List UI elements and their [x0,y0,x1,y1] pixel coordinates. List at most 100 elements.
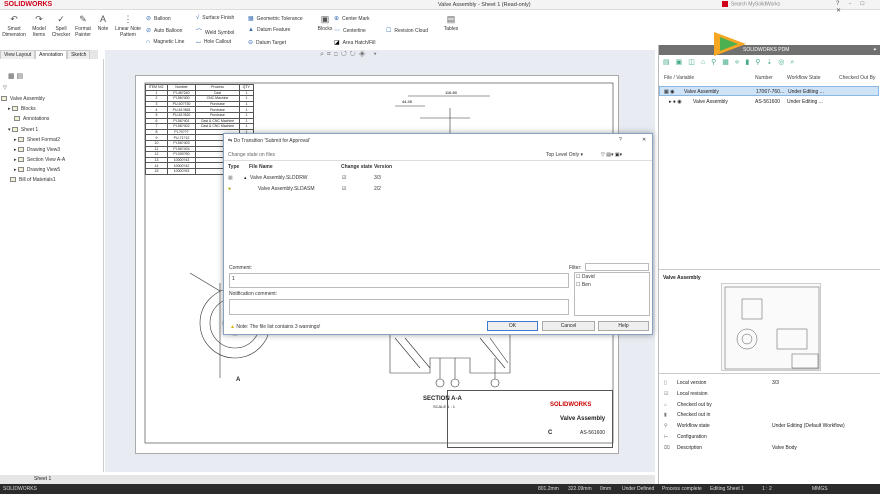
hole-callout-button[interactable]: ⌴ Hole Callout [196,39,231,46]
col-version[interactable]: Version [374,164,392,170]
balloon-icon: ⊘ [146,16,152,22]
tree-item-blocks[interactable]: ▸ Blocks [8,106,36,112]
user-checkbox-ben[interactable]: ☐ Ben [576,282,591,288]
property-icon: ⌂ [664,401,668,408]
balloon-button[interactable]: ⊘ Balloon [146,15,171,22]
area-hatch-button[interactable]: ◪ Area Hatch/Fill [334,39,375,46]
tables-button[interactable]: ▤ Tables [438,14,464,32]
solidworks-logo[interactable]: SOLIDWORKS [4,1,52,8]
pdm-property-row: ▯ Local version 3/3 [659,378,879,388]
search-mysolidworks[interactable]: Search MySolidWorks [722,1,832,9]
revision-cloud-button[interactable]: ☐ Revision Cloud [386,27,428,34]
cloud-icon: ☐ [386,28,392,34]
drawing-file-icon: ▦ [228,175,233,181]
tree-root[interactable]: Valve Assembly [1,96,45,102]
notification-input[interactable] [229,299,569,315]
tree-item-annotations[interactable]: Annotations [14,116,49,122]
property-label: Description [677,444,703,451]
pdm-row[interactable]: ▦ ◉ Valve Assembly 17067-760... Under Editi… [659,86,879,96]
annotation-icon [14,116,20,122]
user-checkbox-david[interactable]: ☐ David [576,274,595,280]
pdm-row[interactable]: ▸ ● ◉ Valve Assembly AS-561600 Under Editin… [659,97,879,107]
bom-cell: Cast & CNC Machine [195,117,240,125]
pdm-property-row: ⚲ Workflow state Under Editing (Default Wo… [659,421,879,431]
help-button[interactable]: Help [598,321,649,331]
transition-dialog: ⇆ Do Transition 'Submit for Approval' ? … [223,133,653,335]
version: 2/2 [374,186,381,192]
pdm-task-pane: SOLIDWORKS PDM ✦ ▤▣◫⌂⚲▦⟡▮⚲⇣◎⌕ File / Vari… [658,45,880,485]
warning-note: ▲ Note: The file list contains 3 warning… [230,324,321,330]
file-row[interactable]: ● Valve Assembly.SLDASM [228,186,315,192]
linear-note-pattern-button[interactable]: ⋮ Linear Note Pattern [112,14,144,38]
auto-balloon-button[interactable]: ⊘ Auto Balloon [146,27,182,34]
pattern-icon: ⋮ [123,14,133,24]
filter-view-icons[interactable]: ▽ ▤▾ ▣▾ [601,152,622,158]
filter-icon[interactable]: ▽ [3,85,7,91]
property-icon: ⌧ [664,444,670,451]
datum-feature-button[interactable]: ▲ Datum Feature [248,27,290,33]
cancel-button[interactable]: Cancel [542,321,595,331]
weld-symbol-button[interactable]: ⌒ Weld Symbol [196,27,234,36]
change-state-checkbox[interactable]: ☑ [342,186,346,192]
ok-button[interactable]: OK [487,321,538,331]
folder-icon [11,106,18,112]
drawing-view-icon [17,147,24,153]
center-mark-button[interactable]: ⊕ Center Mark [334,15,370,22]
bom-cell: 10000?63 [167,167,196,175]
tree-item-drawing-view5[interactable]: ▸ Drawing View5 [14,167,60,173]
assembly-file-icon: ● [228,186,232,192]
dialog-title: ⇆ Do Transition 'Submit for Approval' [228,138,310,144]
section-view-icon [17,157,24,163]
surface-finish-button[interactable]: √ Surface Finish [196,15,234,21]
col-type[interactable]: Type [228,164,239,170]
top-level-only-dropdown[interactable]: Top Level Only ▾ [546,152,583,158]
property-value: Valve Body [772,444,797,451]
title-block-logo: SOLIDWORKS [550,402,592,408]
datum-target-button[interactable]: ⊖ Datum Target [248,39,286,46]
tree-item-sheet[interactable]: ▾ Sheet 1 [8,127,38,133]
property-label: Local version [677,380,707,386]
help-icon[interactable]: ? [619,137,622,143]
magnetic-line-button[interactable]: ∩ Magnetic Line [146,39,184,45]
window-controls[interactable]: ? - □ ✕ [836,1,880,14]
centerline-icon: ⋯ [334,28,340,34]
centerline-button[interactable]: ⋯ Centerline [334,27,366,34]
annotation-ribbon: ↶ Smart Dimension ↷ Model Items ✓ Spell Che… [0,10,655,47]
search-placeholder: Search MySolidWorks [731,1,781,8]
col-file-name[interactable]: File Name [249,164,273,170]
magnet-icon: ∩ [146,39,151,45]
tree-item-drawing-view3[interactable]: ▸ Drawing View3 [14,147,60,153]
scale-dropdown[interactable]: 1 : 2 [762,486,772,492]
property-label: Checked out in [677,412,711,419]
assembly-icon [1,96,7,102]
tree-item-sheet-format[interactable]: ▸ Sheet Format2 [14,137,60,143]
svg-text:A: A [236,377,241,383]
drawing-file-icon: ▦ ◉ [664,89,675,95]
tab-sheet-1[interactable]: Sheet 1 [34,476,51,482]
filter-input[interactable] [585,263,649,271]
change-state-checkbox[interactable]: ☑ [342,175,346,181]
units-dropdown[interactable]: MMGS [812,486,828,492]
tree-item-bom[interactable]: Bill of Materials1 [10,177,56,183]
property-label: Configuration [677,434,707,440]
dialog-subtitle: Change state on files [228,152,275,158]
drawing-view-icon [17,167,24,173]
file-row[interactable]: ▦ Valve Assembly.SLDDRW [228,175,308,181]
smart-dimension-button[interactable]: ↶ Smart Dimension [1,14,27,38]
close-icon[interactable]: ✕ [642,137,646,143]
status-bar: SOLIDWORKS 801.2mm 322.09mm 0mm Under Define… [0,484,880,494]
title-bar: SOLIDWORKS Valve Assembly - Sheet 1 (Rea… [0,0,880,14]
geometric-tolerance-button[interactable]: ▦ Geometric Tolerance [248,15,303,22]
pdm-header: SOLIDWORKS PDM ✦ [659,45,880,55]
col-change-state[interactable]: Change state [341,164,372,170]
panel-tab-icons[interactable]: ▦ ▤ [8,72,23,80]
filter-label: Filter: [569,265,582,271]
view-toolbar-icons[interactable]: ⌕⌗◻↺↻◈ ▾ [320,51,380,59]
bom-icon [10,177,16,183]
comment-input[interactable]: 1 [229,273,569,288]
title-block-revision: C [548,430,553,436]
tree-item-section-view[interactable]: ▸ Section View A-A [14,157,65,163]
bom-cell: 15 [145,167,168,175]
pin-icon[interactable]: ✦ [873,47,877,53]
pdm-column-headers: File / Variable Number Workflow State Check… [664,75,876,81]
